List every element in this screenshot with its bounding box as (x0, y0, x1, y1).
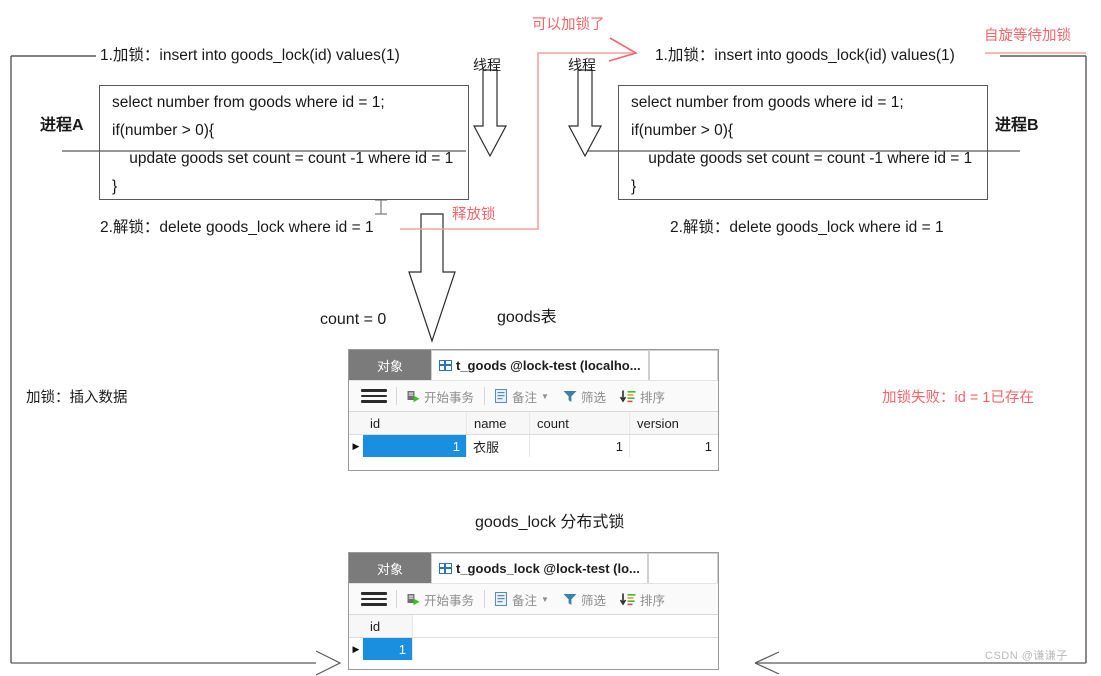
sort-button[interactable]: 排序 (613, 387, 672, 406)
right-lock-step: 1.加锁：insert into goods_lock(id) values(1… (655, 47, 955, 64)
toolbar-divider (396, 590, 397, 608)
filter-label: 筛选 (580, 390, 606, 405)
left-code-line-3: update goods set count = count -1 where … (112, 150, 454, 167)
cell-count[interactable]: 1 (530, 435, 630, 457)
sort-label: 排序 (639, 593, 665, 608)
left-unlock-step: 2.解锁：delete goods_lock where id = 1 (100, 219, 374, 236)
note-icon (495, 592, 508, 606)
note-button[interactable]: 备注 ▼ (488, 590, 556, 609)
cell-version[interactable]: 1 (630, 435, 718, 457)
goods-grid-toolbar[interactable]: 开始事务 备注 ▼ 筛选 排序 (349, 380, 718, 412)
filter-button[interactable]: 筛选 (556, 387, 613, 406)
left-code-block: select number from goods where id = 1; i… (99, 85, 469, 200)
filter-button[interactable]: 筛选 (556, 590, 613, 609)
filter-label: 筛选 (580, 593, 606, 608)
goods-grid-header: id name count version (349, 412, 718, 435)
thread-label-left: 线程 (473, 57, 501, 73)
menu-icon[interactable] (355, 592, 393, 606)
sort-icon (619, 390, 636, 403)
right-process-label: 进程B (995, 117, 1039, 134)
begin-transaction-button[interactable]: 开始事务 (400, 590, 481, 609)
right-code-block: select number from goods where id = 1; i… (618, 85, 988, 200)
annotation-lock-insert: 加锁：插入数据 (26, 390, 128, 406)
goods-lock-grid-toolbar[interactable]: 开始事务 备注 ▼ 筛选 排序 (349, 583, 718, 615)
begin-transaction-label: 开始事务 (424, 593, 475, 608)
right-code-line-2: if(number > 0){ (631, 122, 734, 139)
sort-button[interactable]: 排序 (613, 590, 672, 609)
toolbar-divider (396, 387, 397, 405)
annotation-spin-wait: 自旋等待加锁 (984, 28, 1071, 44)
goods-object-tab[interactable]: 对象 (349, 350, 431, 380)
right-code-line-4: } (631, 178, 637, 195)
count-label: count = 0 (320, 311, 387, 328)
goods-lock-tabbar-filler (647, 553, 718, 583)
goods-lock-table-tab-label: t_goods_lock @lock-test (lo... (456, 561, 640, 576)
goods-lock-grid-body: ▶ 1 (349, 638, 718, 660)
note-label: 备注 (512, 390, 538, 405)
filter-icon (563, 593, 577, 605)
column-header-id[interactable]: id (363, 412, 467, 434)
goods-lock-grid[interactable]: 对象 t_goods_lock @lock-test (lo... 开始事务 备… (348, 552, 719, 670)
sort-icon (619, 593, 636, 606)
sort-label: 排序 (639, 390, 665, 405)
right-code-line-3: update goods set count = count -1 where … (631, 150, 973, 167)
toolbar-divider-2 (484, 387, 486, 405)
row-marker-icon: ▶ (349, 638, 363, 660)
begin-transaction-button[interactable]: 开始事务 (400, 387, 481, 406)
column-header-count[interactable]: count (530, 412, 630, 434)
left-process-label: 进程A (40, 117, 84, 134)
goods-lock-grid-header: id (349, 615, 718, 638)
begin-transaction-icon (407, 390, 420, 402)
goods-grid-body: ▶ 1 衣服 1 1 (349, 435, 718, 457)
goods-grid[interactable]: 对象 t_goods @lock-test (localho... 开始事务 备… (348, 349, 719, 471)
goods-lock-object-tab[interactable]: 对象 (349, 553, 431, 583)
begin-transaction-label: 开始事务 (424, 390, 475, 405)
table-icon (439, 563, 452, 574)
chevron-down-icon[interactable]: ▼ (541, 392, 549, 401)
goods-tabbar-filler (648, 350, 718, 380)
row-marker-spacer (349, 412, 363, 434)
note-icon (495, 389, 508, 403)
goods-lock-table-tab[interactable]: t_goods_lock @lock-test (lo... (431, 553, 648, 583)
cell-name[interactable]: 衣服 (467, 435, 530, 457)
cell-id[interactable]: 1 (363, 435, 467, 457)
row-marker-icon: ▶ (349, 435, 363, 457)
goods-table-tab[interactable]: t_goods @lock-test (localho... (431, 350, 649, 380)
annotation-lock-failed: 加锁失败：id = 1已存在 (882, 390, 1034, 406)
begin-transaction-icon (407, 593, 420, 605)
annotation-can-lock: 可以加锁了 (532, 17, 605, 33)
left-lock-step: 1.加锁：insert into goods_lock(id) values(1… (100, 47, 400, 64)
table-row[interactable]: ▶ 1 (349, 638, 718, 660)
note-label: 备注 (512, 593, 538, 608)
column-header-name[interactable]: name (467, 412, 530, 434)
toolbar-divider-2 (484, 590, 486, 608)
chevron-down-icon[interactable]: ▼ (541, 595, 549, 604)
goods-table-label: goods表 (497, 309, 557, 326)
column-header-version[interactable]: version (630, 412, 718, 434)
right-code-line-1: select number from goods where id = 1; (631, 94, 904, 111)
row-marker-spacer (349, 615, 363, 637)
right-unlock-step: 2.解锁：delete goods_lock where id = 1 (670, 219, 944, 236)
thread-label-right: 线程 (568, 57, 596, 73)
cell-id[interactable]: 1 (363, 638, 413, 660)
row-filler (413, 638, 718, 660)
note-button[interactable]: 备注 ▼ (488, 387, 556, 406)
table-row[interactable]: ▶ 1 衣服 1 1 (349, 435, 718, 457)
goods-lock-table-label: goods_lock 分布式锁 (475, 514, 625, 531)
watermark: CSDN @谦谦子 (985, 650, 1068, 662)
annotation-release-lock: 释放锁 (452, 207, 496, 223)
header-filler (413, 615, 718, 637)
filter-icon (563, 390, 577, 402)
table-icon (439, 360, 452, 371)
left-code-line-2: if(number > 0){ (112, 122, 215, 139)
column-header-id[interactable]: id (363, 615, 413, 637)
left-code-line-1: select number from goods where id = 1; (112, 94, 385, 111)
goods-grid-tabbar[interactable]: 对象 t_goods @lock-test (localho... (349, 350, 718, 380)
goods-lock-grid-tabbar[interactable]: 对象 t_goods_lock @lock-test (lo... (349, 553, 718, 583)
menu-icon[interactable] (355, 389, 393, 403)
left-code-line-4: } (112, 178, 118, 195)
goods-table-tab-label: t_goods @lock-test (localho... (456, 358, 641, 373)
